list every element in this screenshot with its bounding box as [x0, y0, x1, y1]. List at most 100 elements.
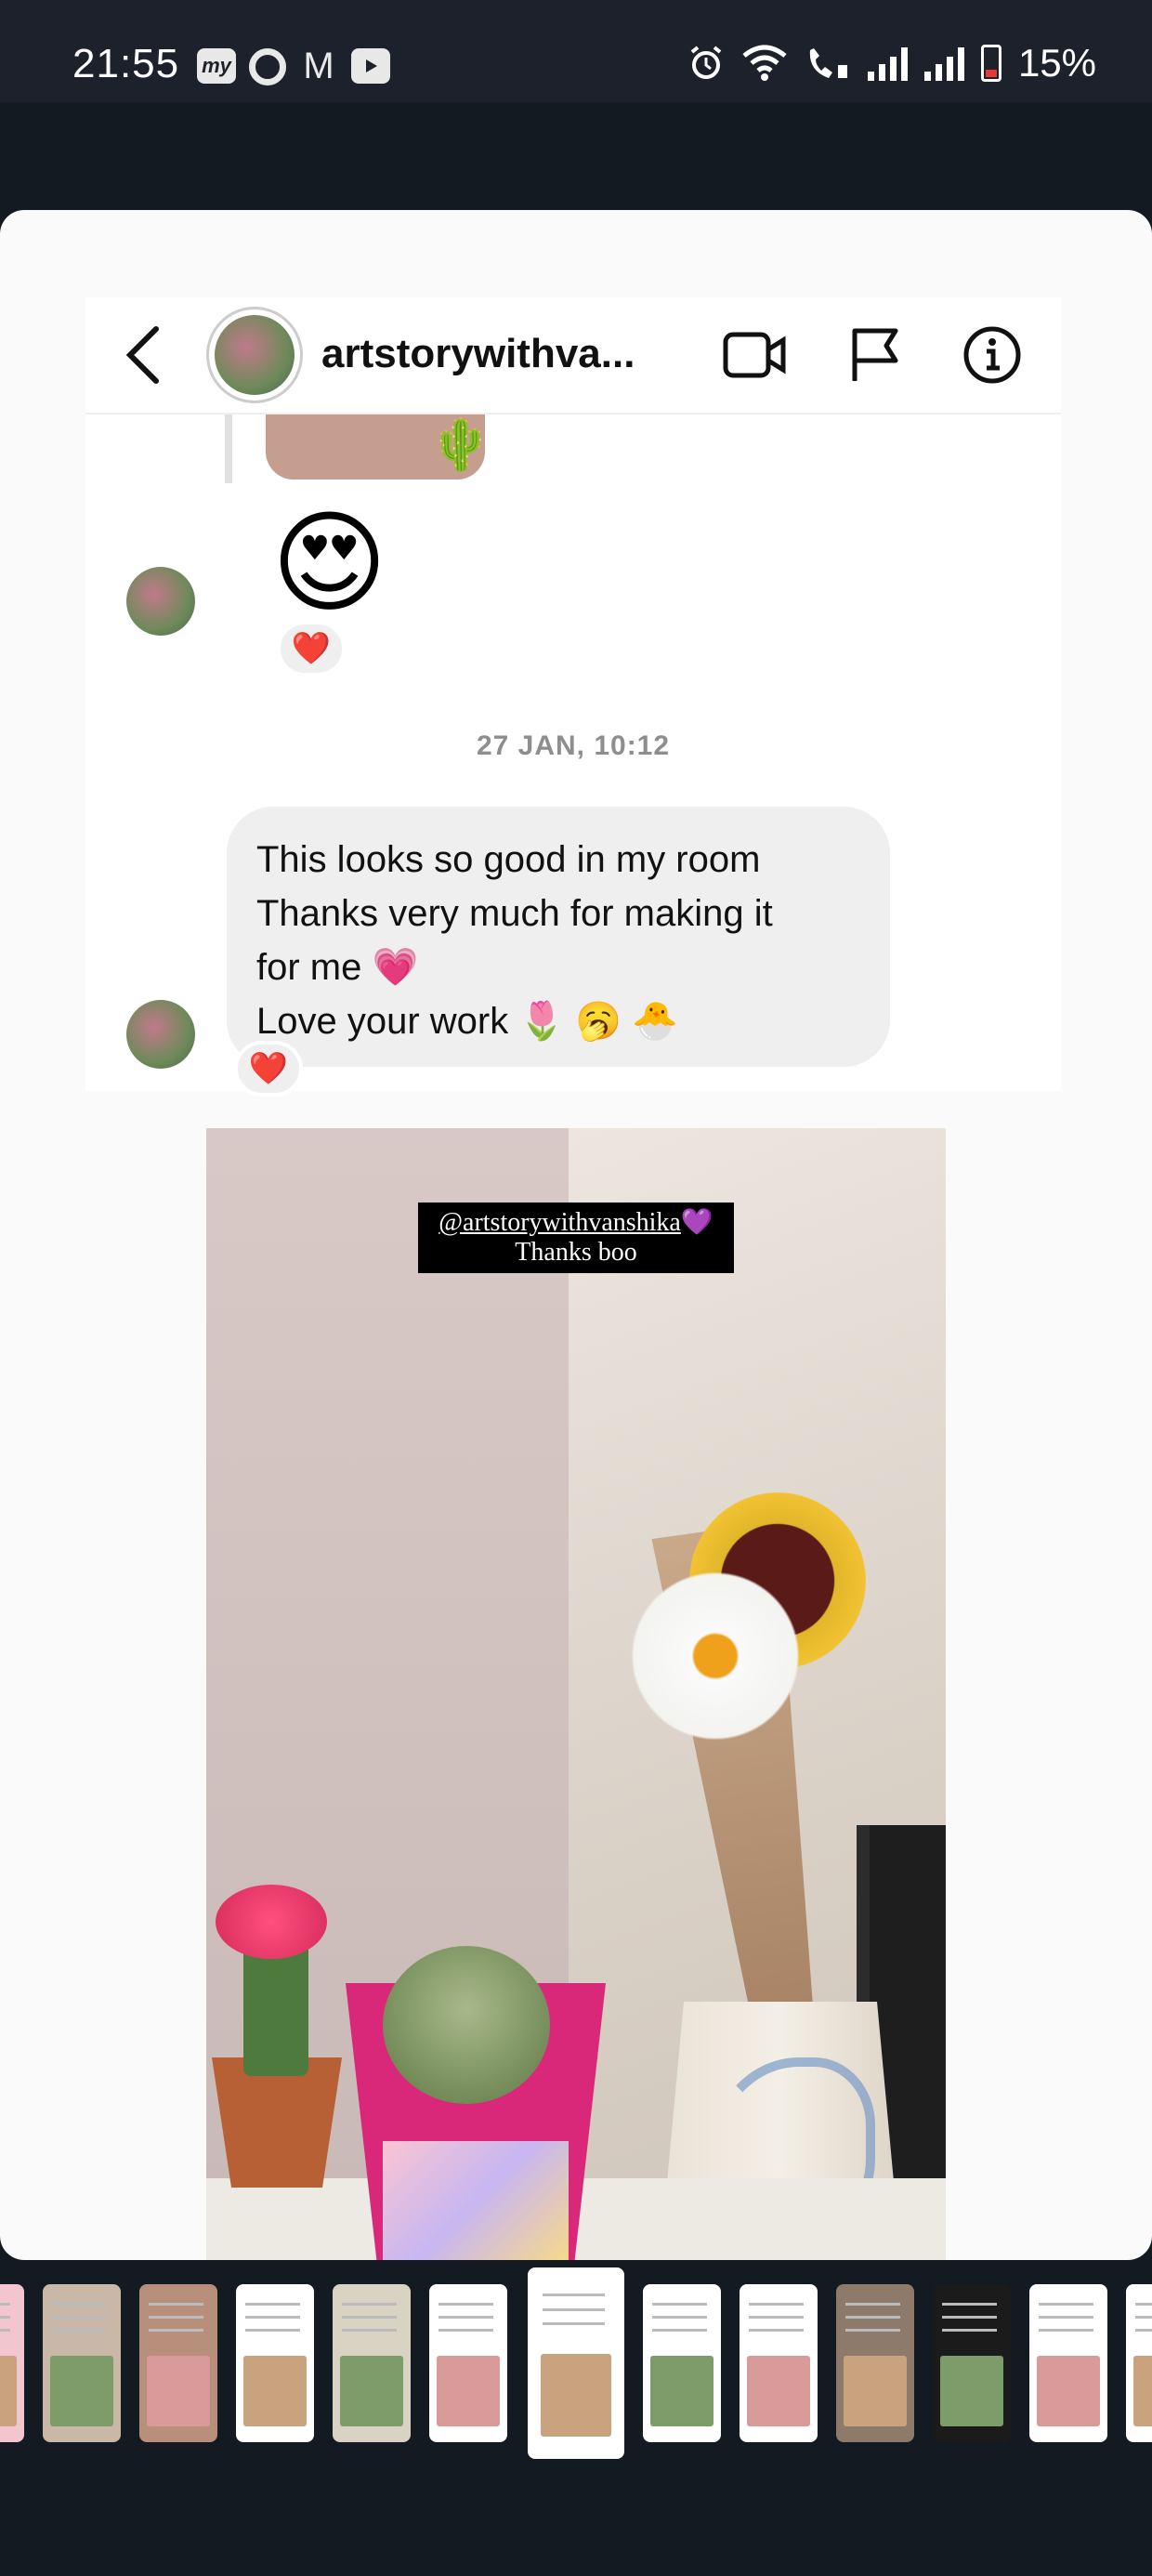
mytrip-icon: my: [197, 48, 236, 84]
cactus-sticker: 🌵: [429, 417, 492, 473]
thumbnail-image: [650, 2355, 713, 2426]
thumbnail-text-line: [149, 2316, 203, 2319]
round-cactus: [383, 1946, 550, 2104]
pink-cactus-flower: [216, 1885, 327, 1959]
signal-icon: [923, 46, 964, 81]
sender-avatar[interactable]: [126, 567, 195, 636]
status-bar: 21:55 my M 15%: [0, 0, 1152, 102]
dm-username[interactable]: artstorywithva...: [321, 331, 635, 377]
thumbnail-image: [50, 2355, 113, 2426]
story-caption-text: Thanks boo: [515, 1238, 637, 1267]
signal-icon: [867, 46, 908, 81]
reply-indicator: [225, 414, 232, 483]
purple-heart: 💜: [680, 1208, 713, 1237]
thumbnail-text-line: [342, 2328, 397, 2332]
message-line: Love your work 🌷 🥱 🐣: [256, 1001, 678, 1042]
thumbnail-image: [940, 2355, 1003, 2426]
thumbnail-text-line: [1135, 2328, 1152, 2332]
thumbnail-text-line: [749, 2328, 804, 2332]
thumbnail-text-line: [1039, 2303, 1093, 2307]
thumbnail-text-line: [845, 2303, 900, 2307]
thumbnail[interactable]: [836, 2284, 914, 2442]
screenshot-thumbnail-strip[interactable]: [0, 2267, 1152, 2472]
thumbnail[interactable]: [0, 2284, 24, 2442]
youtube-icon: [351, 48, 390, 84]
thumbnail-selected[interactable]: [528, 2267, 624, 2459]
flag-icon[interactable]: [838, 318, 912, 392]
thumbnail-text-line: [52, 2303, 107, 2307]
system-icons: 15%: [687, 41, 1096, 85]
thumbnail[interactable]: [236, 2284, 314, 2442]
thumbnail-text-line: [845, 2328, 900, 2332]
pot-label: [383, 2141, 569, 2260]
message-timestamp: 27 JAN, 10:12: [476, 730, 671, 761]
thumbnail[interactable]: [933, 2284, 1011, 2442]
thumbnail-text-line: [1135, 2303, 1152, 2307]
crochet-daisy: [622, 1563, 808, 1749]
thumbnail-text-line: [0, 2316, 10, 2319]
thumbnail-text-line: [439, 2303, 493, 2307]
thumbnail-text-line: [652, 2316, 707, 2319]
battery-low-icon: [980, 45, 1001, 82]
thumbnail-text-line: [0, 2303, 10, 2307]
video-call-icon[interactable]: [717, 318, 792, 392]
thumbnail[interactable]: [139, 2284, 217, 2442]
message-bubble[interactable]: This looks so good in my room Thanks ver…: [227, 807, 890, 1067]
notification-icons: my M: [197, 45, 390, 86]
heart-reaction[interactable]: ❤️: [277, 621, 346, 677]
message-line: Thanks very much for making it: [256, 893, 773, 934]
status-time: 21:55: [72, 41, 180, 86]
thumbnail-text-line: [652, 2328, 707, 2332]
thumbnail[interactable]: [43, 2284, 121, 2442]
sender-avatar[interactable]: [126, 1000, 195, 1069]
thumbnail-image: [747, 2355, 810, 2426]
thumbnail-text-line: [0, 2328, 10, 2332]
battery-percent: 15%: [1017, 41, 1096, 85]
message-line: for me 💗: [256, 947, 419, 988]
story-photo[interactable]: @artstorywithvanshika💜 Thanks boo: [206, 1128, 946, 2260]
thumbnail-text-line: [342, 2303, 397, 2307]
thumbnail-image: [1133, 2355, 1152, 2426]
alarm-icon: [690, 46, 722, 79]
thumbnail[interactable]: [643, 2284, 721, 2442]
record-icon: [249, 48, 286, 85]
thumbnail-image: [540, 2354, 612, 2438]
thumbnail-text-line: [542, 2322, 605, 2326]
thumbnail-text-line: [149, 2303, 203, 2307]
thumbnail-text-line: [942, 2303, 997, 2307]
thumbnail-image: [844, 2355, 907, 2426]
thumbnail-image: [0, 2355, 17, 2426]
thumbnail-text-line: [52, 2316, 107, 2319]
thumbnail-text-line: [542, 2307, 605, 2311]
thumbnail-text-line: [52, 2328, 107, 2332]
story-caption: @artstorywithvanshika💜 Thanks boo: [418, 1203, 734, 1273]
emoji-message[interactable]: 😍: [271, 498, 387, 628]
thumbnail[interactable]: [1126, 2284, 1152, 2442]
thumbnail-text-line: [652, 2303, 707, 2307]
gmail-icon: M: [303, 45, 334, 86]
avatar-image: [215, 315, 295, 395]
thumbnail-image: [243, 2355, 307, 2426]
back-icon[interactable]: [124, 325, 162, 390]
thumbnail[interactable]: [740, 2284, 818, 2442]
thumbnail-text-line: [245, 2316, 300, 2319]
thumbnail-text-line: [542, 2293, 605, 2296]
thumbnail[interactable]: [333, 2284, 411, 2442]
heart-reaction[interactable]: ❤️: [234, 1041, 303, 1097]
thumbnail[interactable]: [1029, 2284, 1107, 2442]
thumbnail-text-line: [942, 2328, 997, 2332]
thumbnail-text-line: [749, 2316, 804, 2319]
thumbnail-text-line: [245, 2303, 300, 2307]
story-mention[interactable]: @artstorywithvanshika: [439, 1208, 681, 1237]
info-icon[interactable]: [955, 318, 1029, 392]
thumbnail-text-line: [1135, 2316, 1152, 2319]
profile-avatar[interactable]: [206, 307, 303, 403]
thumbnail-text-line: [1039, 2316, 1093, 2319]
thumbnail-text-line: [342, 2316, 397, 2319]
thumbnail-image: [340, 2355, 403, 2426]
thumbnail[interactable]: [429, 2284, 507, 2442]
thumbnail-text-line: [245, 2328, 300, 2332]
thumbnail-image: [1037, 2355, 1100, 2426]
thumbnail-image: [437, 2355, 500, 2426]
thumbnail-text-line: [439, 2316, 493, 2319]
